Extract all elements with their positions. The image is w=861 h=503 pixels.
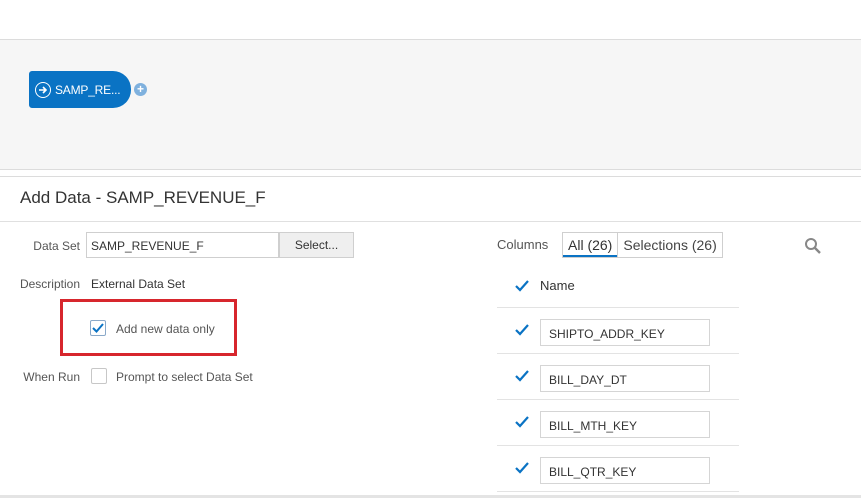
add-new-data-only-checkbox[interactable] <box>90 320 106 336</box>
description-label: Description <box>19 277 80 291</box>
when-run-label: When Run <box>23 370 80 384</box>
row-divider <box>497 445 739 446</box>
dataset-node[interactable]: SAMP_RE... <box>29 71 131 108</box>
arrow-right-circle-icon <box>35 81 51 98</box>
columns-label: Columns <box>497 237 549 252</box>
checkmark-icon <box>515 324 529 336</box>
column-checkbox[interactable] <box>514 414 530 430</box>
column-checkbox[interactable] <box>514 322 530 338</box>
top-bar <box>0 0 861 40</box>
flow-canvas: SAMP_RE... + <box>0 40 861 170</box>
add-step-icon[interactable]: + <box>134 83 147 96</box>
checkmark-icon <box>515 370 529 382</box>
bottom-border <box>0 495 861 498</box>
select-all-checkbox[interactable] <box>514 278 530 294</box>
checkmark-icon <box>515 462 529 474</box>
column-checkbox[interactable] <box>514 368 530 384</box>
select-button[interactable]: Select... <box>279 232 354 258</box>
prompt-checkbox[interactable] <box>91 368 107 384</box>
node-label: SAMP_RE... <box>55 82 121 97</box>
column-name-field[interactable]: BILL_DAY_DT <box>540 365 710 392</box>
tab-selections[interactable]: Selections (26) <box>617 233 721 257</box>
columns-tabs: All (26) Selections (26) <box>562 232 723 258</box>
divider <box>0 221 861 222</box>
row-divider <box>497 353 739 354</box>
tab-all[interactable]: All (26) <box>563 233 618 257</box>
checkmark-icon <box>515 280 529 292</box>
add-new-data-only-label: Add new data only <box>116 322 215 336</box>
search-icon[interactable] <box>804 237 822 260</box>
column-name-field[interactable]: SHIPTO_ADDR_KEY <box>540 319 710 346</box>
data-set-input[interactable]: SAMP_REVENUE_F <box>86 232 279 258</box>
panel-title: Add Data - SAMP_REVENUE_F <box>20 188 266 207</box>
name-column-header: Name <box>540 278 575 293</box>
checkmark-icon <box>515 416 529 428</box>
column-name-field[interactable]: BILL_MTH_KEY <box>540 411 710 438</box>
checkmark-icon <box>92 323 104 333</box>
row-divider <box>497 491 739 492</box>
column-checkbox[interactable] <box>514 460 530 476</box>
divider <box>0 176 861 177</box>
data-set-label: Data Set <box>33 239 80 253</box>
row-divider <box>497 307 739 308</box>
column-name-field[interactable]: BILL_QTR_KEY <box>540 457 710 484</box>
prompt-label: Prompt to select Data Set <box>116 370 253 384</box>
row-divider <box>497 399 739 400</box>
description-value: External Data Set <box>91 277 186 291</box>
